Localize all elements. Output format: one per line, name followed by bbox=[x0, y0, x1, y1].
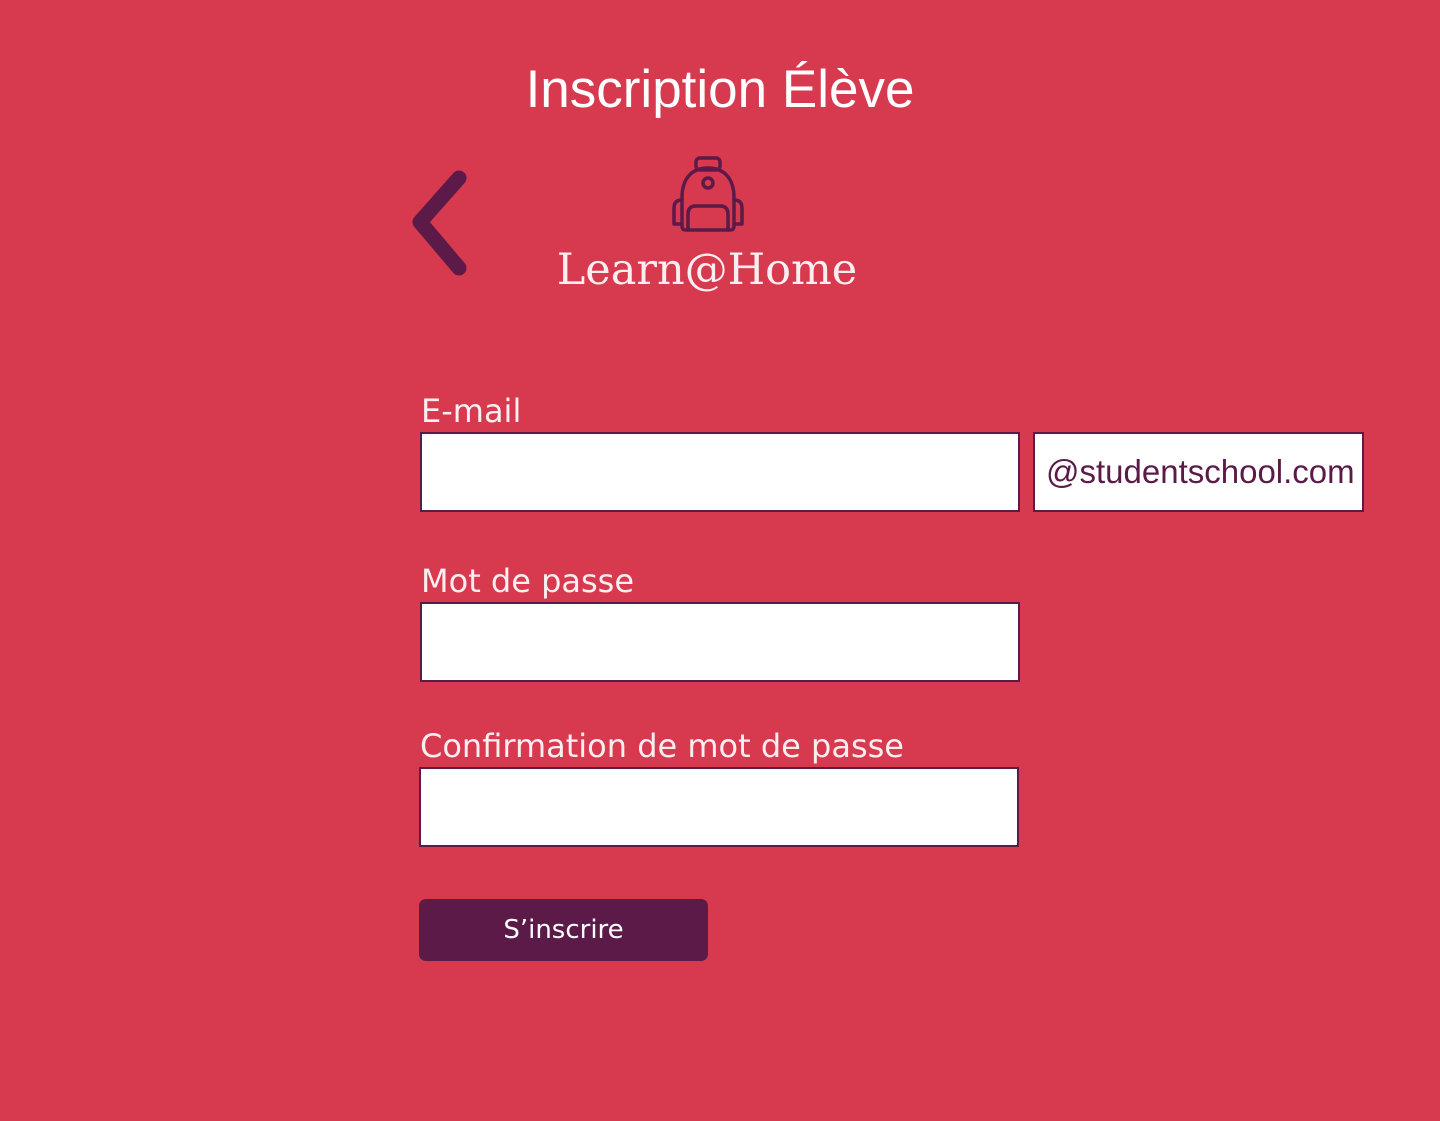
backpack-icon bbox=[668, 152, 748, 236]
password-label: Mot de passe bbox=[421, 562, 635, 600]
email-label: E-mail bbox=[421, 392, 522, 430]
back-button[interactable] bbox=[400, 164, 480, 284]
email-field[interactable] bbox=[420, 432, 1020, 512]
password-confirm-field[interactable] bbox=[419, 767, 1019, 847]
register-button[interactable]: S’inscrire bbox=[419, 899, 708, 961]
page-title: Inscription Élève bbox=[525, 60, 915, 119]
password-field[interactable] bbox=[420, 602, 1020, 682]
password-confirm-label: Confirmation de mot de passe bbox=[420, 727, 904, 765]
email-domain-suffix: @studentschool.com bbox=[1033, 432, 1364, 512]
chevron-left-icon bbox=[412, 170, 467, 276]
brand-name: Learn@Home bbox=[556, 245, 858, 295]
